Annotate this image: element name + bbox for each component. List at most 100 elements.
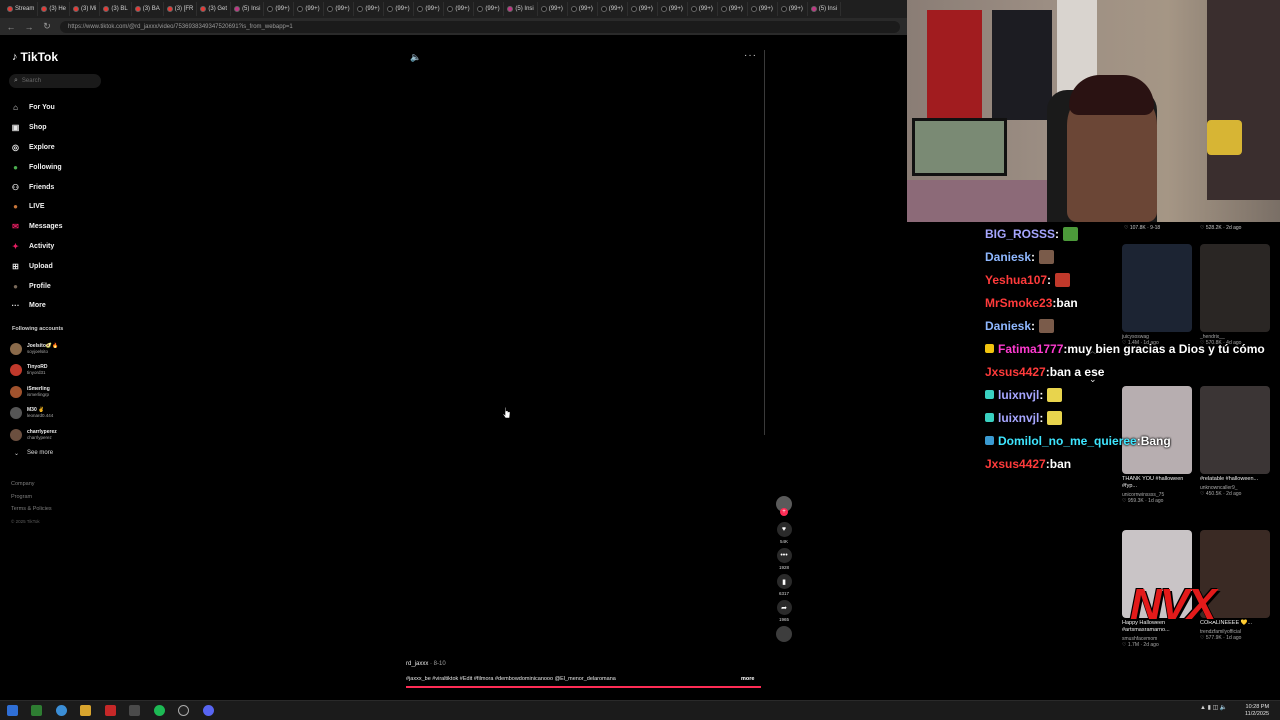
- browser-tab[interactable]: (5) Insi: [504, 2, 538, 16]
- chat-username[interactable]: BIG_ROSSS: [985, 227, 1055, 241]
- browser-tab[interactable]: (99+): [628, 2, 658, 16]
- share-action[interactable]: ➦ 1965: [772, 600, 796, 622]
- sidebar-item-activity[interactable]: ✦ Activity: [10, 237, 106, 257]
- following-account[interactable]: iSmerling ismerlingrp: [10, 381, 106, 403]
- forward-icon[interactable]: →: [24, 22, 34, 32]
- browser-tab[interactable]: (99+): [324, 2, 355, 16]
- browser-tab[interactable]: (99+): [294, 2, 325, 16]
- browser-tab[interactable]: (99+): [598, 2, 628, 16]
- browser-tab[interactable]: (99+): [264, 2, 295, 16]
- obs-icon[interactable]: [178, 705, 189, 716]
- chat-username[interactable]: luixnvjl: [998, 388, 1039, 402]
- chat-username[interactable]: Yeshua107: [985, 273, 1047, 287]
- browser-tab[interactable]: (3) Get: [197, 2, 232, 16]
- bookmark-icon[interactable]: ▮: [776, 574, 792, 589]
- following-account[interactable]: TinyoRD tinyord31: [10, 360, 106, 382]
- sidebar-item-for-you[interactable]: ⌂ For You: [10, 98, 106, 118]
- browser-tab[interactable]: (99+): [688, 2, 718, 16]
- browser-tab[interactable]: (3) [FR: [164, 2, 198, 16]
- more-options-icon[interactable]: ···: [744, 50, 757, 61]
- chat-username[interactable]: Domilol_no_me_quieree: [998, 434, 1137, 448]
- browser-tab[interactable]: (99+): [778, 2, 808, 16]
- chat-username[interactable]: Daniesk: [985, 250, 1031, 264]
- pen-tool-icon[interactable]: [129, 705, 140, 716]
- tiktok-logo[interactable]: ♪ TikTok: [12, 50, 58, 64]
- share-icon[interactable]: ➦: [776, 600, 792, 615]
- back-icon[interactable]: ←: [6, 22, 16, 32]
- chat-username[interactable]: MrSmoke23: [985, 296, 1052, 310]
- sidebar-footer: Company Program Terms & Policies © 2025 …: [11, 478, 52, 528]
- avatar: [10, 342, 22, 355]
- windows-start-icon[interactable]: [7, 705, 18, 716]
- browser-tab[interactable]: (99+): [474, 2, 505, 16]
- sidebar-item-profile[interactable]: ● Profile: [10, 276, 106, 296]
- browser-tab[interactable]: (3) Mi: [70, 2, 101, 16]
- chat-username[interactable]: Jxsus4427: [985, 457, 1046, 471]
- system-tray-icons[interactable]: ▲ ▮ ◫ 🔈: [1200, 704, 1227, 711]
- follow-plus-icon[interactable]: +: [780, 508, 788, 516]
- chat-username[interactable]: luixnvjl: [998, 411, 1039, 425]
- discord-icon[interactable]: [203, 705, 214, 716]
- browser-tab[interactable]: (99+): [354, 2, 385, 16]
- creator-avatar[interactable]: +: [776, 496, 792, 516]
- tab-favicon-icon: [750, 6, 757, 12]
- music-disc-icon[interactable]: [776, 626, 792, 642]
- video-progress-bar[interactable]: [406, 686, 761, 688]
- video-author[interactable]: rd_jaxxx · 8-10: [406, 661, 446, 667]
- footer-link-program[interactable]: Program: [11, 491, 52, 504]
- browser-tab[interactable]: (3) He: [38, 2, 71, 16]
- following-account[interactable]: Joelsito🥑🔥 soyjoelsito: [10, 338, 106, 360]
- following-account[interactable]: charrlyperez charrlyperez: [10, 424, 106, 446]
- caption-more-button[interactable]: more: [741, 676, 754, 682]
- taskbar-clock[interactable]: 10:28 PM 11/2/2025: [1245, 704, 1269, 718]
- like-action[interactable]: ♥ 54K: [772, 522, 796, 544]
- browser-tab[interactable]: (3) BL: [100, 2, 132, 16]
- browser-tab[interactable]: (99+): [384, 2, 415, 16]
- chat-username[interactable]: Daniesk: [985, 319, 1031, 333]
- sidebar-item-following[interactable]: ● Following: [10, 157, 106, 177]
- spotify-icon[interactable]: [154, 705, 165, 716]
- address-field[interactable]: https://www.tiktok.com/@rd_jaxxx/video/7…: [60, 20, 900, 33]
- volume-icon[interactable]: 🔈: [410, 52, 421, 63]
- following-account[interactable]: M30 ✌ leonard0.444: [10, 403, 106, 425]
- sidebar-item-messages[interactable]: ✉ Messages: [10, 217, 106, 237]
- sidebar-item-friends[interactable]: ⚇ Friends: [10, 177, 106, 197]
- file-explorer-icon[interactable]: [80, 705, 91, 716]
- see-more-button[interactable]: ⌄ See more: [14, 450, 53, 457]
- heart-icon[interactable]: ♥: [776, 522, 792, 537]
- browser-tab[interactable]: (99+): [718, 2, 748, 16]
- browser-tab[interactable]: (99+): [568, 2, 598, 16]
- chevron-up-icon[interactable]: ︿: [1089, 346, 1096, 356]
- chat-emote-icon: [1047, 387, 1063, 402]
- video-scrollbar[interactable]: [764, 50, 765, 435]
- footer-link-company[interactable]: Company: [11, 478, 52, 491]
- browser-tab[interactable]: (99+): [444, 2, 475, 16]
- search-input[interactable]: ⌕ Search: [9, 74, 101, 88]
- chrome-icon[interactable]: [56, 705, 67, 716]
- browser-tab[interactable]: (99+): [414, 2, 445, 16]
- sidebar-item-upload[interactable]: ⊞ Upload: [10, 256, 106, 276]
- video-player[interactable]: 🔈 ··· + ♥ 54K ••• 1928 ▮ 6317 ➦ 1965 rd_…: [110, 36, 907, 696]
- browser-tab[interactable]: (5) Insi: [808, 2, 842, 16]
- footer-link-terms[interactable]: Terms & Policies: [11, 503, 52, 516]
- browser-tab[interactable]: (99+): [748, 2, 778, 16]
- sidebar-item-shop[interactable]: ▣ Shop: [10, 118, 106, 138]
- sidebar-item-explore[interactable]: ◎ Explore: [10, 138, 106, 158]
- sidebar-item-more[interactable]: ··· More: [10, 296, 106, 316]
- reload-icon[interactable]: ↻: [42, 21, 52, 32]
- browser-tab[interactable]: Stream: [4, 2, 39, 16]
- chat-username[interactable]: Fatima1777: [998, 342, 1063, 356]
- browser-tab[interactable]: (99+): [658, 2, 688, 16]
- terminal-icon[interactable]: [31, 705, 42, 716]
- browser-tab[interactable]: (3) BA: [132, 2, 164, 16]
- chevron-down-icon[interactable]: ⌄: [1089, 374, 1097, 385]
- author-handle[interactable]: rd_jaxxx: [406, 661, 428, 667]
- chat-username[interactable]: Jxsus4427: [985, 365, 1046, 379]
- browser-tab[interactable]: (99+): [538, 2, 568, 16]
- app-red-icon[interactable]: [105, 705, 116, 716]
- sidebar-item-live[interactable]: ● LIVE: [10, 197, 106, 217]
- save-action[interactable]: ▮ 6317: [772, 574, 796, 596]
- browser-tab[interactable]: (5) Insi: [231, 2, 265, 16]
- comment-action[interactable]: ••• 1928: [772, 548, 796, 570]
- comment-icon[interactable]: •••: [776, 548, 792, 563]
